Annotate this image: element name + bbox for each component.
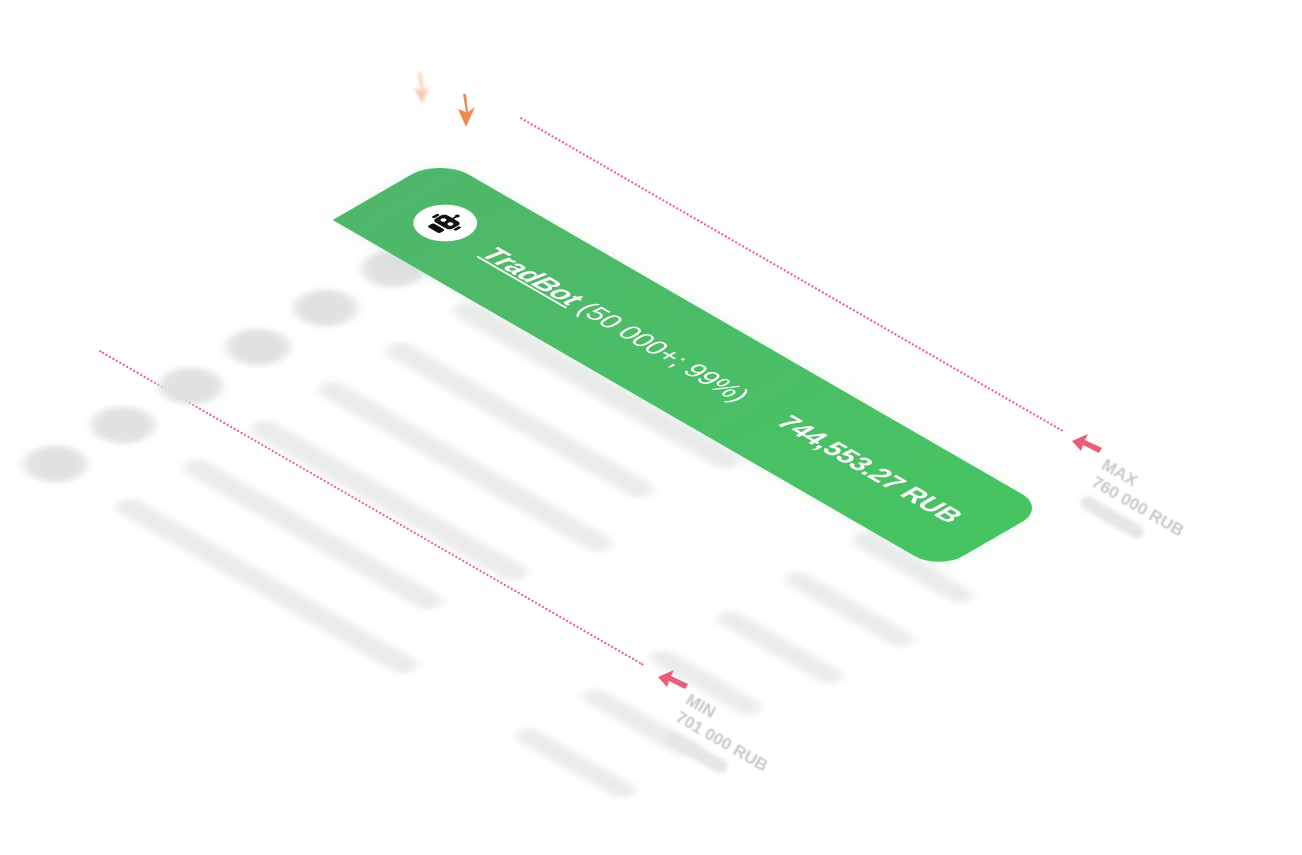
arrow-down-icon bbox=[458, 94, 475, 127]
arrow-left-icon bbox=[658, 670, 688, 689]
list-item bbox=[10, 438, 662, 808]
bot-title: TradBot (50 000+; 99%) bbox=[474, 243, 757, 406]
list-item bbox=[78, 399, 729, 769]
arrow-left-icon bbox=[1072, 434, 1102, 453]
faded-arrow-icon bbox=[414, 72, 430, 104]
max-marker: MAX 760 000 RUB bbox=[1078, 455, 1198, 557]
bot-name-link[interactable]: TradBot bbox=[475, 243, 590, 310]
robot-icon bbox=[400, 197, 491, 249]
illustration-stage: TradBot (50 000+; 99%) 744,553.27 RUB MA… bbox=[0, 0, 1302, 855]
